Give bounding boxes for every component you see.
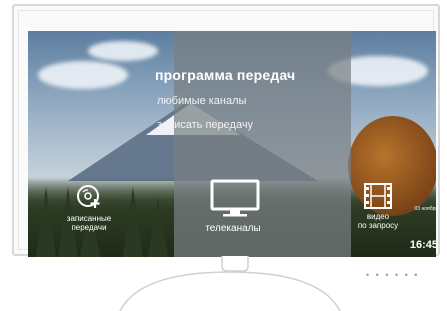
tile-recorded-label-line2: передачи (71, 223, 107, 232)
menu-title-epg[interactable]: программа передач (155, 67, 295, 83)
tree-decoration (36, 187, 56, 257)
tile-tv-channels-label[interactable]: телеканалы (188, 223, 278, 235)
menu-item-record-show[interactable]: записать передачу (157, 119, 253, 131)
clock-date: 03 ноября (414, 206, 439, 212)
clock-time: 16:45 (409, 239, 438, 251)
tile-recorded-label-line1: записанные (66, 214, 112, 223)
monitor-icon[interactable] (210, 179, 260, 224)
tile-recorded-label[interactable]: записанные передачи (56, 214, 122, 232)
cloud-decoration (38, 61, 128, 89)
tree-decoration (123, 187, 143, 257)
film-icon[interactable] (363, 182, 393, 215)
disc-add-icon[interactable] (76, 184, 102, 215)
tv-stand (119, 256, 341, 311)
tv-indicator-dots: • • • • • • (366, 270, 420, 280)
cloud-decoration (88, 41, 158, 61)
menu-item-favorite-channels[interactable]: любимые каналы (157, 95, 246, 107)
tree-decoration (148, 197, 168, 257)
tile-vod-label-line1: видео (366, 212, 390, 221)
tile-vod-label[interactable]: видео по запросу (347, 212, 409, 230)
tile-vod-label-line2: по запросу (357, 221, 399, 230)
